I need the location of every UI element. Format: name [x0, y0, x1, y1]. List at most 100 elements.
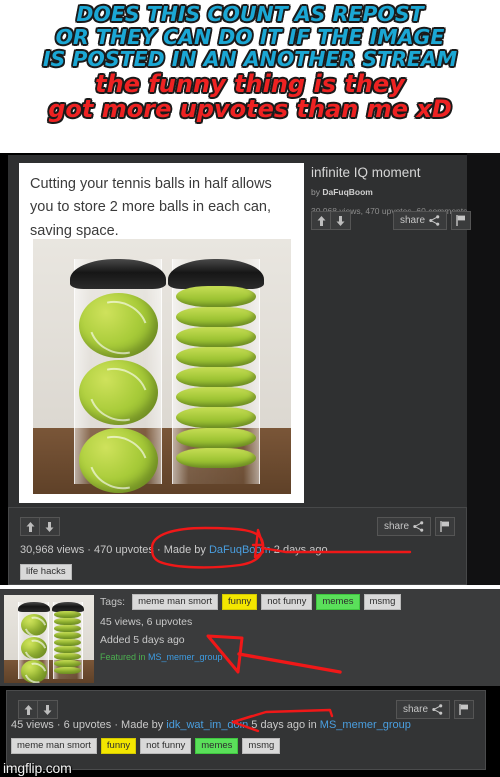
author-link[interactable]: idk_wat_im_doin: [166, 719, 248, 731]
tennis-can-halved: [168, 259, 265, 484]
upvote-button[interactable]: [20, 517, 40, 536]
can-lid-icon: [17, 602, 50, 613]
tennis-ball-half: [54, 639, 82, 647]
tennis-ball-half: [175, 387, 257, 408]
tennis-ball: [20, 660, 47, 683]
list-row-tags: Tags: meme man smort funny not funny mem…: [100, 594, 402, 611]
tag-chip[interactable]: not funny: [261, 594, 313, 611]
share-button[interactable]: share: [393, 211, 448, 230]
caption-top-line-1: DOES THIS COUNT AS REPOST: [76, 2, 424, 26]
tennis-ball-half: [175, 447, 257, 469]
tennis-ball-half: [175, 407, 257, 428]
list-row-featured: Featured in MS_memer_group: [100, 652, 401, 662]
stat-suffix: 2 days ago: [270, 544, 328, 556]
tag-chip[interactable]: life hacks: [20, 564, 72, 581]
upvote-button[interactable]: [18, 700, 38, 719]
meme-page: DOES THIS COUNT AS REPOST OR THEY CAN DO…: [0, 0, 500, 777]
tennis-can-whole: [17, 602, 50, 683]
tag-chip[interactable]: msmg: [242, 738, 281, 755]
share-flag-group-footer: share: [376, 517, 455, 536]
share-label: share: [383, 521, 409, 532]
post-detail-footer: share 30,968 views · 470 upvotes · Made …: [8, 507, 467, 585]
post-footer-stats: 30,968 views · 470 upvotes · Made by DaF…: [20, 544, 328, 556]
caption-top-line-3: IS POSTED IN AN ANOTHER STREAM: [42, 47, 458, 71]
list-row-added: Added 5 days ago: [100, 634, 185, 647]
flag-button[interactable]: [451, 211, 472, 230]
post-thumbnail[interactable]: [4, 595, 94, 683]
flag-icon: [456, 215, 466, 226]
downvote-button[interactable]: [331, 211, 351, 230]
tennis-ball-half: [175, 367, 257, 388]
upvote-button[interactable]: [311, 211, 331, 230]
post-author[interactable]: DaFuqBoom: [322, 187, 373, 197]
page-background-strip: [467, 153, 500, 585]
tags-label: Tags:: [100, 596, 126, 609]
downvote-button[interactable]: [38, 700, 58, 719]
screenshot-stream-list-row: Tags: meme man smort funny not funny mem…: [0, 589, 500, 686]
tennis-ball-half: [175, 326, 257, 347]
tag-chip[interactable]: memes: [195, 738, 239, 755]
featured-prefix: Featured in: [100, 652, 149, 663]
flag-button[interactable]: [454, 700, 474, 719]
tennis-ball-half: [54, 653, 82, 661]
flag-icon: [440, 521, 449, 532]
share-button[interactable]: share: [395, 700, 450, 719]
downvote-button[interactable]: [40, 517, 60, 536]
tennis-ball-half: [54, 646, 82, 654]
share-icon: [432, 704, 443, 715]
meme-image-caption: Cutting your tennis balls in half allows…: [30, 176, 272, 239]
stream-link[interactable]: MS_memer_group: [148, 652, 223, 662]
post-title: infinite IQ moment: [311, 165, 421, 180]
tag-chip[interactable]: funny: [100, 738, 137, 755]
share-label: share: [402, 704, 428, 715]
tag-chip[interactable]: not funny: [140, 738, 192, 755]
meme-caption-header: DOES THIS COUNT AS REPOST OR THEY CAN DO…: [0, 0, 500, 153]
tennis-ball: [78, 360, 158, 426]
list-row-views: 45 views, 6 upvotes: [100, 616, 193, 629]
tennis-ball-half: [54, 625, 82, 633]
tennis-ball-half: [54, 618, 82, 626]
share-flag-group-bottom: share: [395, 700, 474, 719]
share-flag-group-top: share: [393, 211, 472, 230]
can-lid-icon: [168, 259, 265, 289]
vote-buttons-bottom: [18, 700, 58, 719]
meme-image-card: Cutting your tennis balls in half allows…: [19, 163, 304, 503]
can-lid-icon: [70, 259, 167, 289]
post-meta-column: infinite IQ moment by DaFuqBoom 30,968 v…: [311, 165, 471, 216]
list-row-details: Tags: meme man smort funny not funny mem…: [100, 594, 402, 662]
tag-chip[interactable]: meme man smort: [132, 594, 219, 611]
tag-chip[interactable]: memes: [316, 594, 360, 611]
tennis-can-halved: [51, 602, 84, 680]
tennis-ball-half: [54, 660, 82, 668]
tennis-ball-half: [54, 667, 82, 675]
tag-chip[interactable]: msmg: [363, 594, 402, 611]
imgflip-watermark: imgflip.com: [3, 760, 72, 776]
caption-bottom-line-1: the funny thing is they: [95, 69, 405, 98]
stat-prefix: 45 views · 6 upvotes · Made by: [11, 719, 167, 731]
flag-icon: [459, 704, 468, 715]
flag-button[interactable]: [435, 517, 455, 536]
tennis-ball-half: [54, 632, 82, 640]
tennis-ball: [78, 293, 158, 359]
tennis-ball-half: [175, 286, 257, 307]
tennis-ball: [78, 427, 158, 493]
tennis-ball-photo: [33, 239, 291, 494]
tennis-ball-half: [175, 306, 257, 327]
vote-buttons-footer: [20, 517, 60, 536]
tennis-ball: [20, 636, 47, 660]
author-link[interactable]: DaFuqBoom: [209, 544, 271, 556]
by-prefix: by: [311, 187, 323, 197]
share-label: share: [400, 215, 426, 226]
tag-chip[interactable]: meme man smort: [11, 738, 97, 755]
tennis-can-whole: [70, 259, 167, 493]
stat-prefix: 30,968 views · 470 upvotes · Made by: [20, 544, 209, 556]
share-icon: [429, 215, 440, 226]
share-icon: [413, 521, 424, 532]
tag-chip[interactable]: funny: [222, 594, 258, 611]
caption-bottom-line-2: got more upvotes than me xD: [48, 95, 452, 124]
post-footer-tags: life hacks: [20, 564, 72, 581]
stream-link[interactable]: MS_memer_group: [320, 719, 411, 731]
stat-middle: 5 days ago in: [248, 719, 320, 731]
share-button[interactable]: share: [376, 517, 431, 536]
tennis-ball: [20, 613, 47, 637]
